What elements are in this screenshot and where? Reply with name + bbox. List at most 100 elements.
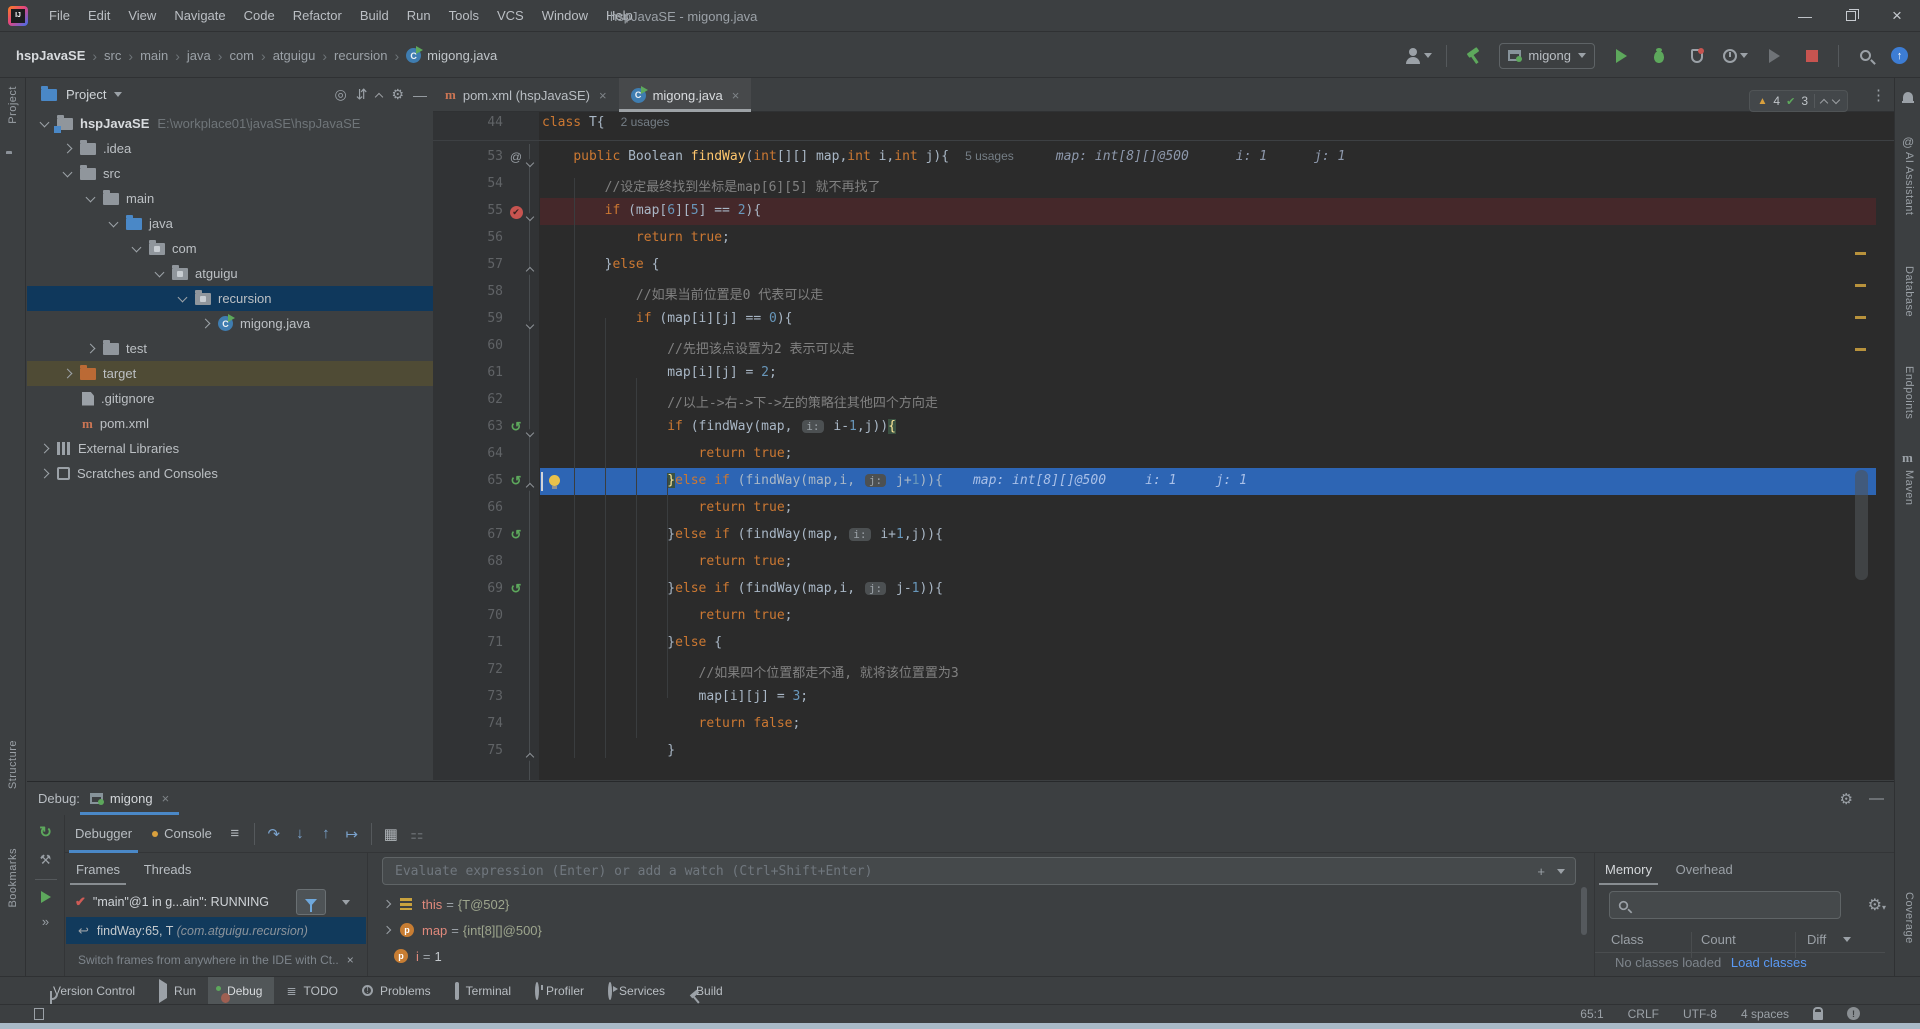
tool-stripe-ai-assistant-button[interactable]: AI Assistant <box>1903 152 1915 218</box>
fold-marker[interactable] <box>523 424 536 439</box>
line-number[interactable]: 53 <box>447 149 503 164</box>
line-number[interactable]: 57 <box>447 257 503 272</box>
resume-button[interactable] <box>41 891 51 903</box>
breadcrumb-item-java[interactable]: java <box>187 48 211 63</box>
menu-vcs[interactable]: VCS <box>488 0 533 32</box>
line-number[interactable]: 56 <box>447 230 503 245</box>
thread-selector[interactable]: ✔ "main"@1 in g...ain": RUNNING <box>66 887 366 917</box>
search-everywhere-button[interactable] <box>1853 44 1877 68</box>
close-icon[interactable]: × <box>162 791 170 806</box>
tree-item-target[interactable]: target <box>27 361 433 386</box>
close-hint-icon[interactable]: × <box>347 953 354 967</box>
line-number[interactable]: 70 <box>447 608 503 623</box>
menu-run[interactable]: Run <box>398 0 440 32</box>
evaluate-expression-button[interactable]: ▦ <box>378 825 404 843</box>
chevron-down-icon[interactable] <box>86 192 96 202</box>
variable-row-this[interactable]: this={T@502} <box>368 891 1593 917</box>
line-number[interactable]: 62 <box>447 392 503 407</box>
thread-filter-button[interactable] <box>296 889 326 915</box>
debug-minimize-icon[interactable]: — <box>1869 790 1884 808</box>
memory-search-input[interactable] <box>1609 891 1841 919</box>
collapse-all-button[interactable] <box>375 92 383 100</box>
menu-window[interactable]: Window <box>533 0 597 32</box>
column-diff[interactable]: Diff <box>1807 932 1826 947</box>
variables-scrollbar[interactable] <box>1581 887 1587 935</box>
intention-bulb-icon[interactable] <box>549 475 560 486</box>
chevron-down-icon[interactable] <box>63 167 73 177</box>
tool-stripe-database-button[interactable]: Database <box>1903 266 1915 320</box>
breadcrumb-item-migong.java[interactable]: migong.java <box>427 48 497 63</box>
line-number[interactable]: 60 <box>447 338 503 353</box>
line-number[interactable]: 69 <box>447 581 503 596</box>
step-over-button[interactable]: ↷ <box>261 825 287 843</box>
toolbar-item-version-control[interactable]: Version Control <box>34 977 147 1005</box>
line-number[interactable]: 59 <box>447 311 503 326</box>
tool-stripe-coverage-button[interactable]: Coverage <box>1903 892 1915 947</box>
menu-build[interactable]: Build <box>351 0 398 32</box>
tree-item-main[interactable]: main <box>27 186 433 211</box>
fold-marker[interactable] <box>523 316 536 331</box>
chevron-down-icon[interactable] <box>114 92 122 97</box>
toolbar-item-profiler[interactable]: Profiler <box>523 977 596 1005</box>
update-available-button[interactable]: ↑ <box>1891 47 1908 64</box>
menu-tools[interactable]: Tools <box>440 0 488 32</box>
tab-debugger[interactable]: Debugger <box>65 815 142 853</box>
tree-item-atguigu[interactable]: atguigu <box>27 261 433 286</box>
project-settings-button[interactable]: ⚙ <box>391 86 404 103</box>
run-to-cursor-button[interactable]: ↦ <box>339 825 365 843</box>
step-out-button[interactable]: ↑ <box>313 825 339 842</box>
editor-tab-migong-java[interactable]: Cmigong.java× <box>619 78 752 112</box>
show-execution-point-button[interactable]: ≡ <box>222 825 248 842</box>
tab-threads[interactable]: Threads <box>134 853 202 885</box>
line-number[interactable]: 54 <box>447 176 503 191</box>
line-number[interactable]: 71 <box>447 635 503 650</box>
indent-setting[interactable]: 4 spaces <box>1741 1007 1789 1021</box>
breadcrumb-item-com[interactable]: com <box>229 48 254 63</box>
load-classes-link[interactable]: Load classes <box>1731 955 1807 970</box>
stack-frame-item[interactable]: ↩ findWay:65, T (com.atguigu.recursion) <box>66 917 366 944</box>
line-number[interactable]: 61 <box>447 365 503 380</box>
step-into-button[interactable]: ↓ <box>287 825 313 842</box>
locate-file-button[interactable]: ◎ <box>334 86 346 103</box>
lock-icon[interactable] <box>1813 1012 1823 1020</box>
tree-item-com[interactable]: com <box>27 236 433 261</box>
breadcrumb-item-hspjavase[interactable]: hspJavaSE <box>16 48 85 63</box>
close-button[interactable]: × <box>1874 0 1920 32</box>
chevron-right-icon[interactable] <box>40 469 50 479</box>
chevron-down-icon[interactable] <box>342 900 350 905</box>
fold-marker[interactable] <box>523 478 536 493</box>
chevron-right-icon[interactable] <box>63 369 73 379</box>
menu-view[interactable]: View <box>119 0 165 32</box>
chevron-down-icon[interactable] <box>178 292 188 302</box>
caret-position[interactable]: 65:1 <box>1580 1007 1603 1021</box>
user-profile-button[interactable] <box>1405 48 1432 64</box>
menu-code[interactable]: Code <box>235 0 284 32</box>
maven-icon[interactable]: m <box>1902 450 1913 466</box>
chevron-right-icon[interactable] <box>86 344 96 354</box>
line-number[interactable]: 68 <box>447 554 503 569</box>
project-panel-title[interactable]: Project <box>66 87 106 102</box>
maximize-button[interactable] <box>1828 0 1874 32</box>
tree-item-pom-xml[interactable]: mpom.xml <box>27 411 433 436</box>
chevron-down-icon[interactable] <box>109 217 119 227</box>
expand-chevron-icon[interactable] <box>383 900 391 908</box>
tab-frames[interactable]: Frames <box>66 853 130 885</box>
chevron-right-icon[interactable] <box>40 444 50 454</box>
editor-tab-pom-xml-hspjavase-[interactable]: mpom.xml (hspJavaSE)× <box>433 78 619 112</box>
menu-refactor[interactable]: Refactor <box>284 0 351 32</box>
line-number[interactable]: 65 <box>447 473 503 488</box>
expand-chevron-icon[interactable] <box>383 926 391 934</box>
variable-row-i[interactable]: pi=1 <box>368 943 1593 969</box>
column-count[interactable]: Count <box>1701 932 1736 947</box>
minimize-button[interactable]: — <box>1782 0 1828 32</box>
toolbar-item-problems[interactable]: !Problems <box>350 977 443 1005</box>
event-log-icon[interactable]: ! <box>1847 1007 1860 1020</box>
hide-panel-button[interactable]: — <box>413 87 427 103</box>
tree-item-hspjavase[interactable]: hspJavaSEE:\workplace01\javaSE\hspJavaSE <box>27 111 433 136</box>
line-number[interactable]: 74 <box>447 716 503 731</box>
inspections-widget[interactable]: ▲ 4 ✔ 3 <box>1749 90 1849 112</box>
chevron-down-icon[interactable] <box>132 242 142 252</box>
tree-item--gitignore[interactable]: .gitignore <box>27 386 433 411</box>
expand-all-button[interactable]: ⇵ <box>356 86 368 103</box>
fold-marker[interactable] <box>523 262 536 277</box>
